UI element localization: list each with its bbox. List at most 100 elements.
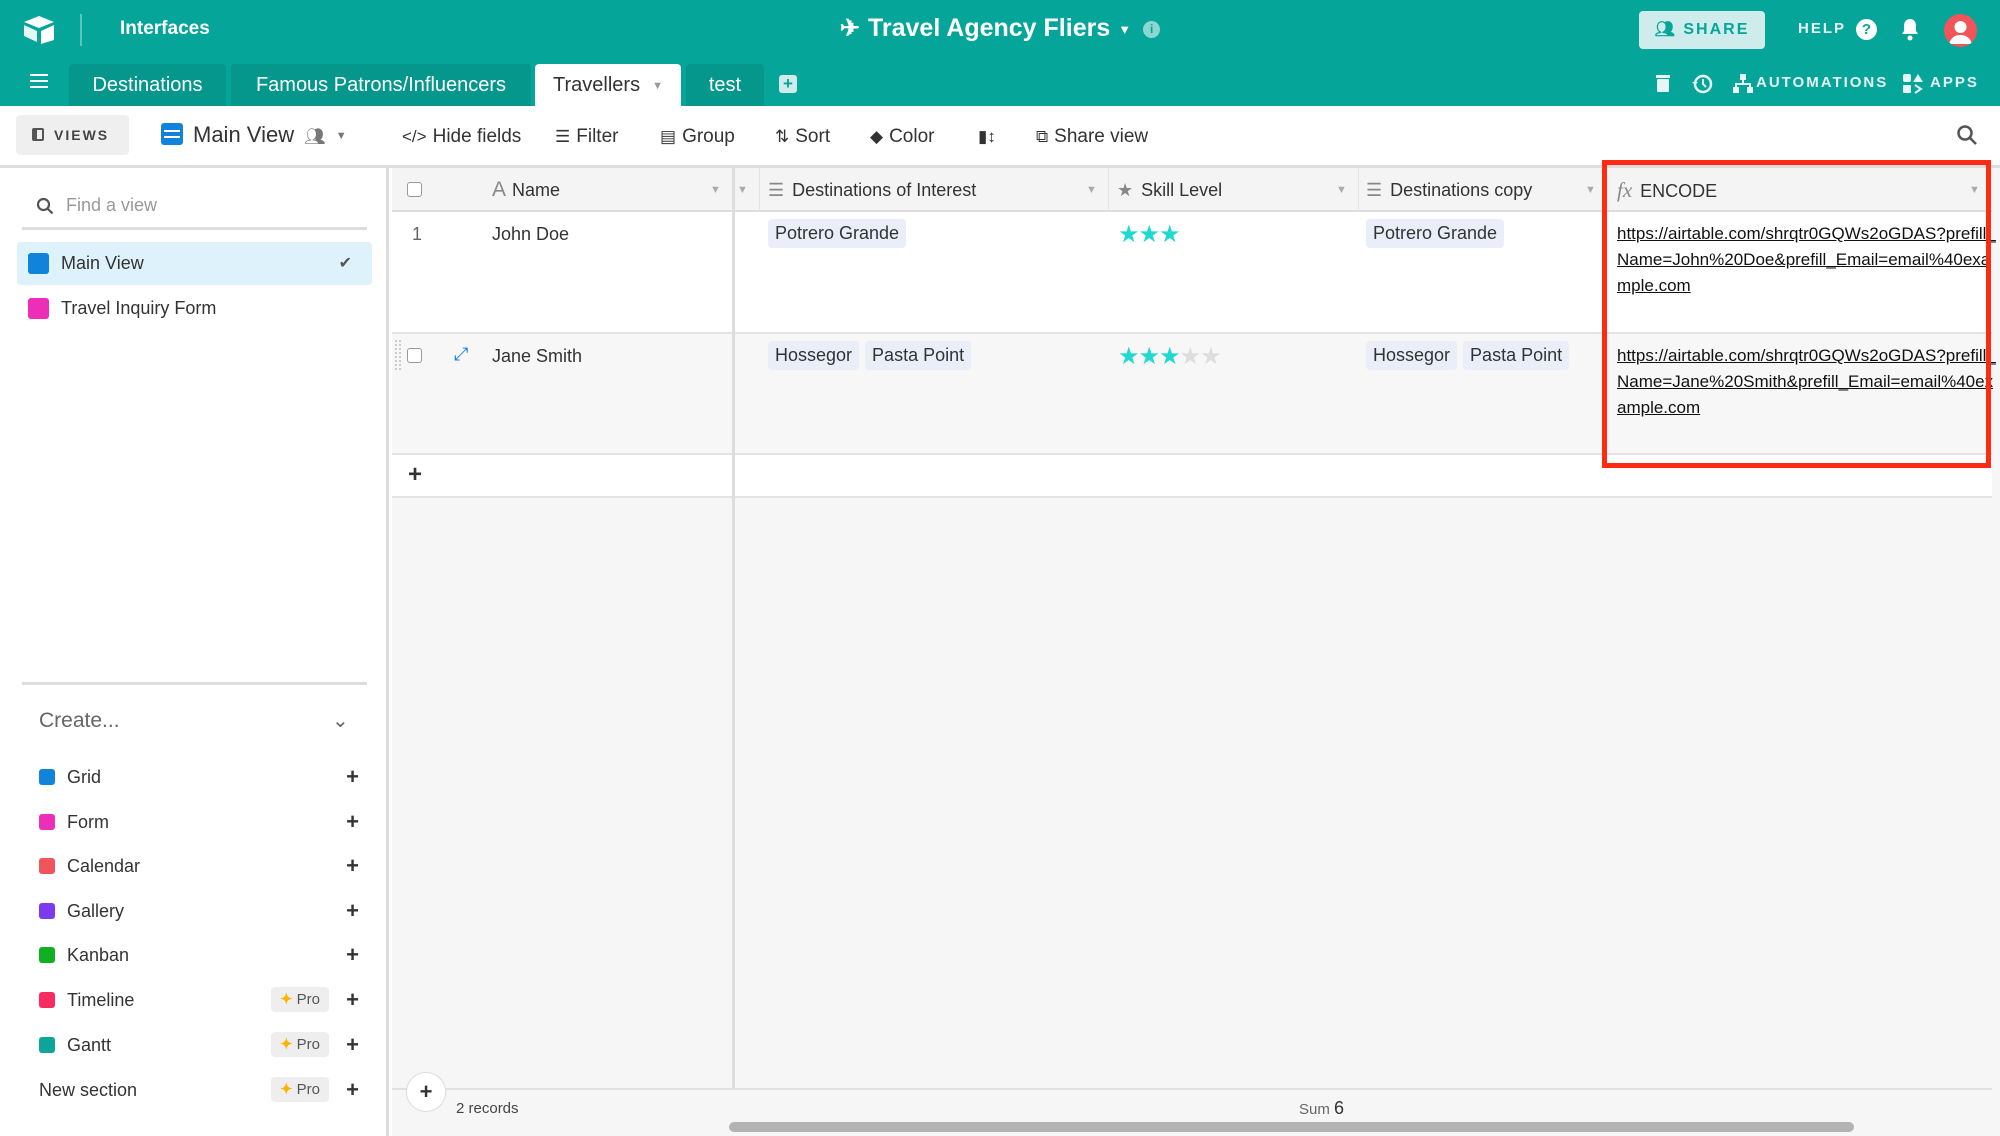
destinations-cell[interactable]: Potrero Grande [768,219,912,248]
base-name[interactable]: Travel Agency Fliers [868,14,1110,42]
chevron-down-icon[interactable]: ▼ [652,80,663,92]
create-gantt[interactable]: Gantt ✦ Pro + [39,1030,359,1060]
column-header-skill-level[interactable]: ★ Skill Level [1117,168,1222,212]
chevron-down-icon[interactable]: ▼ [737,168,748,212]
column-header-name[interactable]: A Name [492,168,560,212]
star-filled-icon[interactable]: ★ [1159,221,1180,248]
column-header-destinations-of-interest[interactable]: ☰ Destinations of Interest [768,168,976,212]
user-avatar[interactable] [1944,14,1977,47]
table-row[interactable]: ⤢ Jane Smith Hossegor Pasta Point ★★★★★ H… [392,334,1996,455]
chevron-down-icon[interactable]: ▼ [1336,168,1347,212]
bell-icon[interactable] [1900,17,1920,41]
encode-url-link[interactable]: https://airtable.com/shrqtr0GQWs2oGDAS?p… [1617,343,1997,421]
chevron-down-icon[interactable]: ▼ [1969,168,1980,212]
record-chip[interactable]: Hossegor [1366,341,1458,370]
chevron-down-icon[interactable]: ▼ [1086,168,1097,212]
find-view-input[interactable]: Find a view [22,186,367,230]
apps-button[interactable]: APPS [1930,74,1979,91]
plus-icon[interactable]: + [346,762,359,792]
sidebar-view-travel-inquiry-form[interactable]: Travel Inquiry Form [17,287,372,330]
destinations-cell[interactable]: Hossegor Pasta Point [768,341,977,370]
star-filled-icon[interactable]: ★ [1118,343,1139,370]
create-kanban[interactable]: Kanban + [39,940,359,970]
share-view-button[interactable]: ⧉ Share view [1036,126,1148,148]
name-cell[interactable]: Jane Smith [492,346,582,367]
drag-handle-icon[interactable] [395,340,401,370]
plus-icon[interactable]: + [346,896,359,926]
trash-icon[interactable] [1655,73,1671,93]
help-icon[interactable]: ? [1856,19,1877,40]
automations-button[interactable]: AUTOMATIONS [1756,74,1888,91]
create-new-section[interactable]: New section ✦ Pro + [39,1075,359,1105]
chevron-down-icon[interactable]: ▼ [1585,168,1596,212]
row-height-button[interactable]: ▮↕ [978,126,1002,148]
skill-level-rating[interactable]: ★★★ [1118,220,1181,249]
record-chip[interactable]: Potrero Grande [1366,219,1505,248]
create-gallery[interactable]: Gallery + [39,896,359,926]
chevron-down-icon[interactable]: ⌄ [332,708,349,733]
search-icon[interactable] [1956,124,1978,146]
star-filled-icon[interactable]: ★ [1139,221,1160,248]
summary-sum[interactable]: Sum 6 [1299,1098,1344,1119]
filter-button[interactable]: ☰ Filter [555,126,618,148]
name-cell[interactable]: John Doe [492,224,569,245]
table-row[interactable]: 1 John Doe Potrero Grande ★★★ Potrero Gr… [392,212,1996,334]
color-button[interactable]: ◆ Color [870,126,934,148]
destinations-copy-cell[interactable]: Potrero Grande [1366,219,1510,248]
plus-icon[interactable]: + [346,940,359,970]
encode-url-link[interactable]: https://airtable.com/shrqtr0GQWs2oGDAS?p… [1617,221,1997,299]
history-icon[interactable] [1691,73,1713,95]
record-chip[interactable]: Hossegor [768,341,860,370]
plus-icon[interactable]: + [346,1075,359,1105]
column-header-encode[interactable]: fx ENCODE [1617,168,1717,212]
tab-test[interactable]: test [686,64,764,106]
create-timeline[interactable]: Timeline ✦ Pro + [39,985,359,1015]
hamburger-menu-icon[interactable] [30,74,48,88]
plus-icon[interactable]: + [346,807,359,837]
destinations-copy-cell[interactable]: Hossegor Pasta Point [1366,341,1575,370]
sort-button[interactable]: ⇅ Sort [775,126,830,148]
horizontal-scrollbar[interactable] [729,1122,1854,1132]
create-calendar[interactable]: Calendar + [39,851,359,881]
star-filled-icon[interactable]: ★ [1139,343,1160,370]
plus-icon[interactable]: + [346,1030,359,1060]
add-record-row[interactable]: + [392,455,1992,498]
skill-level-rating[interactable]: ★★★★★ [1118,342,1222,371]
info-icon[interactable]: i [1143,20,1161,38]
record-chip[interactable]: Potrero Grande [768,219,907,248]
expand-record-icon[interactable]: ⤢ [454,344,468,365]
column-header-destinations-copy[interactable]: ☰ Destinations copy [1366,168,1532,212]
create-grid[interactable]: Grid + [39,762,359,792]
record-chip[interactable]: Pasta Point [1463,341,1570,370]
star-empty-icon[interactable]: ★ [1200,343,1221,370]
record-chip[interactable]: Pasta Point [865,341,972,370]
star-filled-icon[interactable]: ★ [1159,343,1180,370]
star-empty-icon[interactable]: ★ [1180,343,1201,370]
views-toggle-button[interactable]: VIEWS [16,115,129,155]
plus-icon[interactable]: + [346,985,359,1015]
create-section-header[interactable]: Create... [39,709,120,733]
tab-destinations[interactable]: Destinations [69,64,226,106]
hide-fields-button[interactable]: </> Hide fields [402,126,521,148]
view-switcher[interactable]: Main View 👥︎ ▼ [161,122,347,148]
create-form[interactable]: Form + [39,807,359,837]
chevron-down-icon[interactable]: ▼ [710,168,721,212]
plus-icon[interactable]: + [346,851,359,881]
tab-famous-patrons[interactable]: Famous Patrons/Influencers [231,64,531,106]
airtable-logo-icon[interactable] [22,14,56,44]
plus-icon[interactable]: + [408,461,422,489]
row-checkbox[interactable] [407,348,422,363]
select-all-checkbox[interactable] [407,182,422,197]
frozen-column-divider[interactable] [732,168,735,1136]
sidebar-view-main-view[interactable]: Main View ✔ [17,242,372,285]
star-filled-icon[interactable]: ★ [1118,221,1139,248]
add-table-button[interactable]: + [779,75,797,93]
chevron-down-icon[interactable]: ▼ [1118,22,1131,37]
help-link[interactable]: HELP [1798,20,1846,37]
views-label: VIEWS [54,127,110,143]
group-button[interactable]: ▤ Group [660,126,735,148]
add-record-button[interactable]: + [406,1072,446,1112]
interfaces-link[interactable]: Interfaces [120,18,210,40]
tab-travellers[interactable]: Travellers ▼ [535,64,681,106]
share-button[interactable]: 👥︎ SHARE [1639,11,1765,49]
